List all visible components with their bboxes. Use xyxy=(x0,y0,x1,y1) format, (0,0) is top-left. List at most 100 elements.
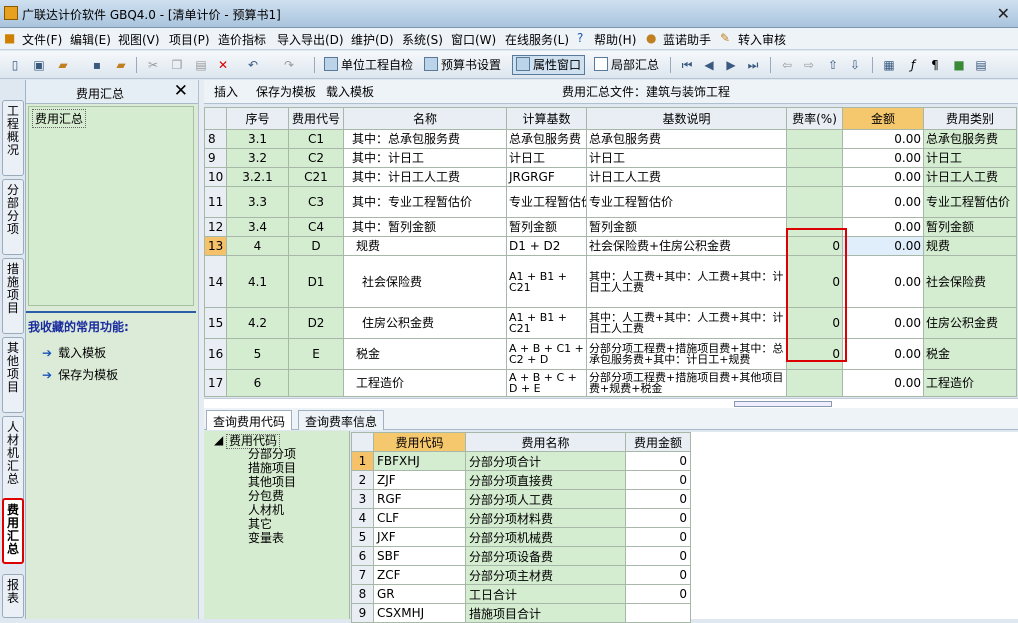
budget-settings-button[interactable]: 预算书设置 xyxy=(424,56,501,74)
open-folder-icon[interactable]: ▰ xyxy=(54,56,72,74)
code-cell-name[interactable]: 工日合计 xyxy=(465,584,626,604)
cell-rate[interactable] xyxy=(786,369,843,397)
cell-base[interactable]: 专业工程暂估价 xyxy=(506,186,587,218)
cell-rownum[interactable]: 12 xyxy=(204,217,227,237)
cell-base-desc[interactable]: 社会保险费+住房公积金费 xyxy=(586,236,787,256)
tab-other-items[interactable]: 其他项目 xyxy=(2,337,24,413)
save-as-template-button[interactable]: 保存为模板 xyxy=(256,83,316,100)
new-file-icon[interactable]: ▯ xyxy=(6,56,24,74)
undo-icon[interactable]: ↶ xyxy=(244,56,262,74)
move-right-icon[interactable]: ⇨ xyxy=(800,56,818,74)
col-amount[interactable]: 金额 xyxy=(842,107,924,130)
move-left-icon[interactable]: ⇦ xyxy=(778,56,796,74)
cell-code[interactable]: D2 xyxy=(288,307,344,339)
unit-check-button[interactable]: 单位工程自检 xyxy=(324,56,413,74)
cell-base-desc[interactable]: 分部分项工程费+措施项目费+其他项目费+规费+税金 xyxy=(586,369,787,397)
code-row[interactable]: 1 FBFXHJ 分部分项合计 0 xyxy=(351,451,691,471)
code-cell-rownum[interactable]: 5 xyxy=(351,527,374,547)
calculator-icon[interactable]: ▦ xyxy=(880,56,898,74)
code-cell-amount[interactable]: 0 xyxy=(625,451,691,471)
cell-base-desc[interactable]: 总承包服务费 xyxy=(586,129,787,149)
menu-import-export[interactable]: 导入导出(D) xyxy=(277,31,344,48)
cell-category[interactable]: 税金 xyxy=(923,338,1017,370)
cell-seq[interactable]: 5 xyxy=(226,338,289,370)
code-cell-name[interactable]: 分部分项人工费 xyxy=(465,489,626,509)
cube-icon[interactable]: ■ xyxy=(950,56,968,74)
cell-name[interactable]: 规费 xyxy=(343,236,507,256)
cell-category[interactable]: 计日工人工费 xyxy=(923,167,1017,187)
col-code[interactable]: 费用代号 xyxy=(288,107,344,130)
cell-amount[interactable]: 0.00 xyxy=(842,217,924,237)
cell-rownum[interactable]: 11 xyxy=(204,186,227,218)
code-cell-amount[interactable]: 0 xyxy=(625,489,691,509)
cell-rownum[interactable]: 10 xyxy=(204,167,227,187)
cell-rownum[interactable]: 17 xyxy=(204,369,227,397)
fav-load-template[interactable]: ➔ 载入模板 xyxy=(42,344,106,361)
code-col-code[interactable]: 费用代码 xyxy=(373,432,466,452)
code-cell-name[interactable]: 分部分项机械费 xyxy=(465,527,626,547)
fav-save-template[interactable]: ➔ 保存为模板 xyxy=(42,366,118,383)
cell-code[interactable]: C2 xyxy=(288,148,344,168)
horizontal-scrollbar[interactable] xyxy=(204,398,1018,408)
cell-seq[interactable]: 6 xyxy=(226,369,289,397)
close-window-button[interactable]: ✕ xyxy=(997,4,1010,23)
cell-category[interactable]: 专业工程暂估价 xyxy=(923,186,1017,218)
copy-icon[interactable]: ❐ xyxy=(168,56,186,74)
cell-rownum[interactable]: 15 xyxy=(204,307,227,339)
menu-project[interactable]: 项目(P) xyxy=(169,31,210,48)
cell-code[interactable] xyxy=(288,369,344,397)
cell-amount[interactable]: 0.00 xyxy=(842,369,924,397)
code-cell-amount[interactable]: 0 xyxy=(625,508,691,528)
cell-name[interactable]: 社会保险费 xyxy=(343,255,507,308)
paste-icon[interactable]: ▤ xyxy=(192,56,210,74)
tab-project-overview[interactable]: 工程概况 xyxy=(2,100,24,176)
table-row[interactable]: 11 3.3 C3 其中：专业工程暂估价 专业工程暂估价 专业工程暂估价 0.00 专业工程暂… xyxy=(204,186,1017,218)
cell-name[interactable]: 其中：暂列金额 xyxy=(343,217,507,237)
cell-code[interactable]: C4 xyxy=(288,217,344,237)
cell-amount[interactable]: 0.00 xyxy=(842,148,924,168)
cell-seq[interactable]: 3.3 xyxy=(226,186,289,218)
code-cell-code[interactable]: FBFXHJ xyxy=(373,451,466,471)
tab-query-rate-info[interactable]: 查询费率信息 xyxy=(298,410,385,430)
cell-base[interactable]: A + B + C1 + C2 + D xyxy=(506,338,587,370)
table-row[interactable]: 12 3.4 C4 其中：暂列金额 暂列金额 暂列金额 0.00 暂列金额 xyxy=(204,217,1017,237)
code-row[interactable]: 6 SBF 分部分项设备费 0 xyxy=(351,546,691,566)
cell-amount[interactable]: 0.00 xyxy=(842,129,924,149)
cell-base[interactable]: 总承包服务费 xyxy=(506,129,587,149)
prev-icon[interactable]: ◀ xyxy=(700,56,718,74)
col-name[interactable]: 名称 xyxy=(343,107,507,130)
property-window-button[interactable]: 属性窗口 xyxy=(512,55,586,75)
cell-base[interactable]: A1 + B1 + C21 xyxy=(506,307,587,339)
code-cell-name[interactable]: 分部分项合计 xyxy=(465,451,626,471)
cell-base-desc[interactable]: 其中：人工费+其中：人工费+其中：计日工人工费 xyxy=(586,307,787,339)
menu-view[interactable]: 视图(V) xyxy=(118,31,160,48)
cell-seq[interactable]: 3.2 xyxy=(226,148,289,168)
code-cell-code[interactable]: JXF xyxy=(373,527,466,547)
code-cell-amount[interactable]: 0 xyxy=(625,546,691,566)
code-cell-rownum[interactable]: 9 xyxy=(351,603,374,623)
local-summary-checkbox[interactable]: 局部汇总 xyxy=(594,56,659,74)
cell-code[interactable]: D1 xyxy=(288,255,344,308)
cell-seq[interactable]: 3.1 xyxy=(226,129,289,149)
move-up-icon[interactable]: ⇧ xyxy=(824,56,842,74)
cell-code[interactable]: C3 xyxy=(288,186,344,218)
table-row[interactable]: 16 5 E 税金 A + B + C1 + C2 + D 分部分项工程费+措施项目费+其… xyxy=(204,338,1017,370)
code-cell-code[interactable]: CSXMHJ xyxy=(373,603,466,623)
cell-rate[interactable] xyxy=(786,167,843,187)
cell-amount[interactable]: 0.00 xyxy=(842,338,924,370)
cell-rate[interactable] xyxy=(786,129,843,149)
cell-rownum[interactable]: 13 xyxy=(204,236,227,256)
cell-amount[interactable]: 0.00 xyxy=(842,255,924,308)
tree-item[interactable]: 分包费 xyxy=(248,490,284,503)
menu-file[interactable]: 文件(F) xyxy=(22,31,62,48)
cell-rownum[interactable]: 8 xyxy=(204,129,227,149)
code-cell-amount[interactable]: 0 xyxy=(625,527,691,547)
tree-item[interactable]: 分部分项 xyxy=(248,448,296,461)
cell-name[interactable]: 税金 xyxy=(343,338,507,370)
cell-category[interactable]: 总承包服务费 xyxy=(923,129,1017,149)
function-icon[interactable]: ƒ xyxy=(904,56,922,74)
code-cell-code[interactable]: GR xyxy=(373,584,466,604)
code-cell-code[interactable]: ZJF xyxy=(373,470,466,490)
cell-category[interactable]: 暂列金额 xyxy=(923,217,1017,237)
menu-cost-index[interactable]: 造价指标 xyxy=(218,31,266,48)
